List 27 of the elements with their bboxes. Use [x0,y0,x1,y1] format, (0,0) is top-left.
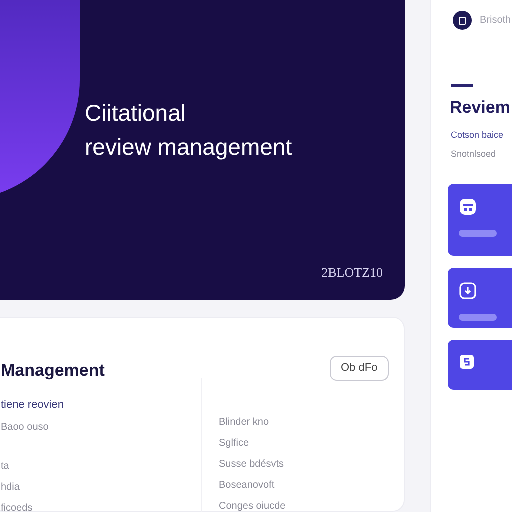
panel-caption: Snotnlsoed [451,148,498,161]
download-icon [459,282,477,300]
list-text: ficoeds [1,502,34,512]
accent-dash [451,84,473,87]
list-text: Sglfice [219,437,250,452]
list-text: tiene reovien [1,398,64,414]
avatar-icon[interactable] [453,11,472,30]
user-name: Brisoth [480,14,512,28]
hero-title: Ciitational [85,100,187,126]
feature-tile[interactable] [448,184,512,256]
panel-subtitle: Cotson baice [451,128,505,142]
list-text: hdia [1,480,21,495]
card-title: Management [1,360,105,382]
list-text: Boseanovoft [219,479,276,494]
date-text: 2BLOTZ10 [322,264,383,282]
list-text: Baoo ouso [1,420,50,435]
box-icon [459,198,477,216]
list-text: Susse bdésvts [219,458,286,472]
action-button[interactable]: Ob dFo [330,356,389,382]
feature-tile[interactable] [448,268,512,328]
hero-title: review management [85,134,292,160]
panel-title: Reviem [450,97,512,119]
list-text: Blinder kno [219,416,270,430]
list-text: ta [1,460,10,474]
list-text: Conges oiucde [219,500,286,512]
document-icon [459,354,475,370]
feature-tile[interactable] [448,340,512,390]
